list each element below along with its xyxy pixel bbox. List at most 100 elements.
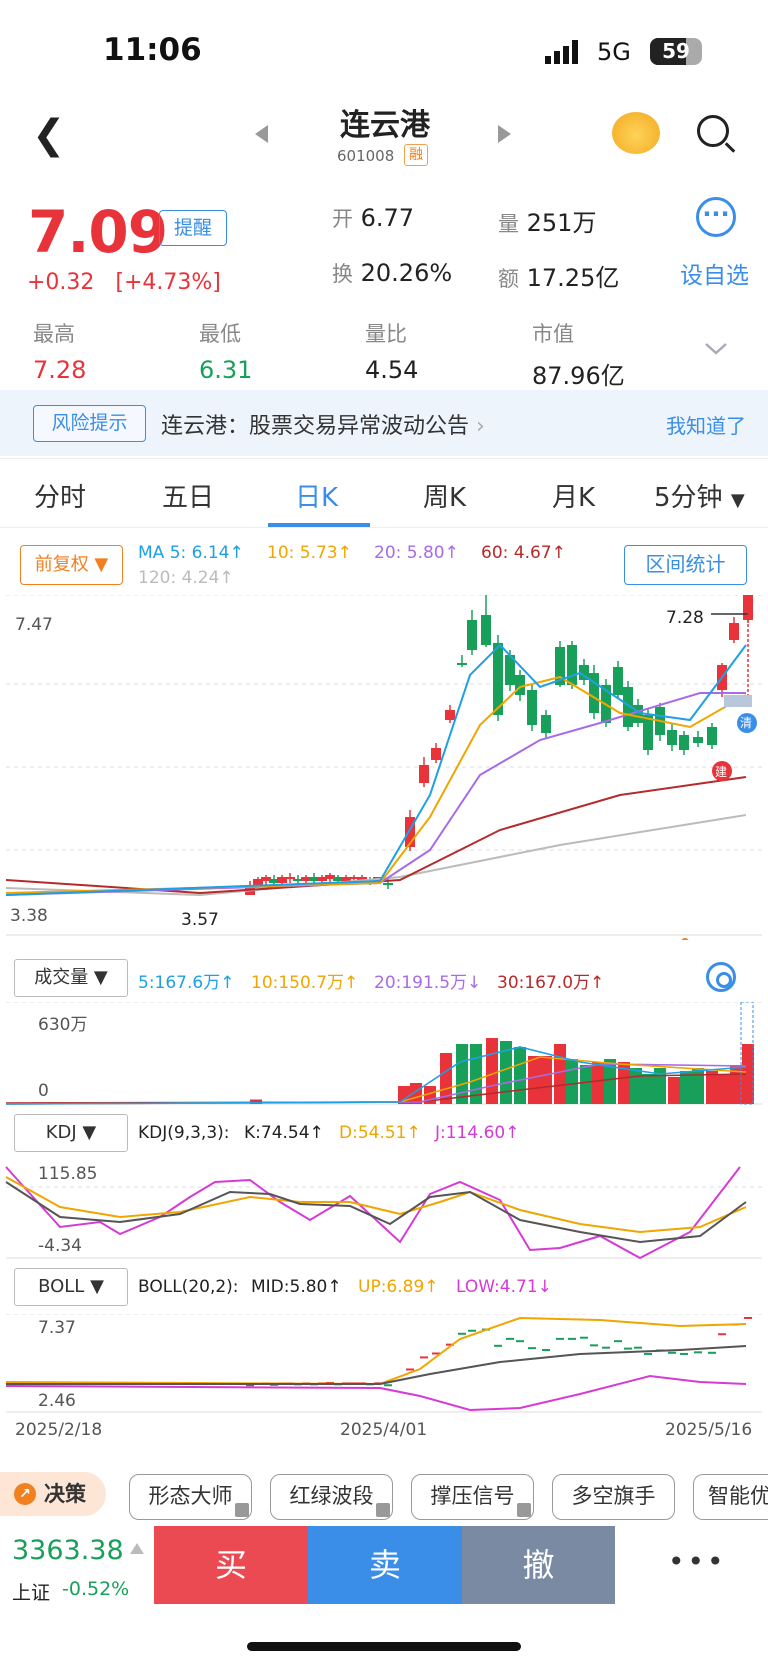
boll-candle [680,1352,688,1355]
vol-ymax: 630万 [38,1015,88,1035]
boll-ymin: 2.46 [38,1391,76,1411]
high-label: 最高 [33,322,75,346]
candle-body [383,883,393,885]
boll-candle [568,1337,576,1340]
candle-body [419,765,429,783]
kdj-ymin: -4.34 [38,1236,82,1256]
mascot-avatar[interactable] [612,112,660,154]
tab-fenshi[interactable]: 分时 [34,477,86,514]
volume-row: 量 251万 [498,209,597,237]
boll-candle [624,1347,632,1350]
adjust-dropdown[interactable]: 前复权 ▼ [20,545,123,585]
boll-up: UP:6.89↑ [358,1277,439,1297]
risk-warning-button[interactable]: 风险提示 [33,405,146,442]
low-label: 最低 [199,322,241,346]
stock-code: 601008 [337,147,395,165]
tool-long-short[interactable]: 多空旗手 [552,1474,675,1520]
high-value: 7.28 [33,356,87,384]
low-value: 6.31 [199,356,253,384]
candle-body [527,690,537,725]
lock-icon [235,1503,249,1517]
ma20-label: 20: 5.80↑ [374,543,459,563]
mcap-value: 87.96亿 [532,362,625,390]
period-tabs: 分时 五日 日K 周K 月K 5分钟 ▼ [0,458,768,528]
more-icon[interactable]: ··· [696,197,736,237]
tab-monthly-k[interactable]: 月K [552,477,595,514]
kdj-j: J:114.60↑ [435,1123,520,1143]
sell-button[interactable]: 卖 [308,1526,462,1604]
volume-bar [514,1047,526,1104]
search-icon[interactable] [697,115,729,147]
candle-body [445,710,455,720]
boll-low: LOW:4.71↓ [456,1277,552,1297]
margin-badge: 融 [404,144,428,166]
ratio-value: 4.54 [365,356,419,384]
vol30-label: 30:167.0万↑ [497,973,605,993]
decision-icon: ↗ [14,1483,36,1505]
tab-5min[interactable]: 5分钟 ▼ [654,477,745,514]
back-icon[interactable]: ❮ [32,115,66,155]
tool-smart[interactable]: 智能优 [693,1474,768,1520]
tool-pattern-master[interactable]: 形态大师 [129,1474,252,1520]
kdj-dropdown[interactable]: KDJ ▼ [14,1114,128,1152]
acknowledge-button[interactable]: 我知道了 [666,410,746,439]
volume-bar [668,1077,680,1104]
candle-body [679,735,689,750]
risk-notice-link[interactable]: 连云港：股票交易异常波动公告 › [161,408,485,440]
add-watchlist-button[interactable]: 设自选 [680,256,749,290]
candle-body [693,737,703,743]
volume-bar [456,1044,468,1104]
boll-params: BOLL(20,2): [138,1277,239,1297]
index-expand-icon[interactable] [130,1543,144,1554]
boll-chart[interactable] [0,1314,768,1414]
decision-button[interactable]: ↗ 决策 [0,1472,106,1516]
boll-candle [458,1332,466,1335]
next-stock-icon[interactable] [498,125,511,143]
boll-dropdown[interactable]: BOLL ▼ [14,1268,128,1306]
build-tag[interactable]: 建 [715,763,727,780]
candle-body [431,748,441,760]
home-indicator [247,1642,521,1651]
ma60-line [5,776,747,895]
more-actions-icon[interactable]: ••• [668,1545,727,1578]
volume-bar [630,1068,642,1104]
kline-chart[interactable] [0,595,768,940]
date-end: 2025/5/16 [665,1420,753,1440]
boll-candle [556,1337,564,1340]
index-value[interactable]: 3363.38 [12,1535,124,1566]
stock-name: 连云港 [340,108,430,143]
range-stats-button[interactable]: 区间统计 [624,545,747,585]
candle-body [567,645,577,685]
vol-ymin: 0 [38,1081,49,1101]
tab-five-day[interactable]: 五日 [162,477,214,514]
volume-bar [554,1044,566,1104]
cancel-order-button[interactable]: 撤 [462,1526,615,1604]
index-name: 上证 [12,1582,51,1604]
boll-candle [614,1340,622,1343]
kdj-d-line [5,1176,747,1234]
remind-button[interactable]: 提醒 [159,210,227,246]
tab-daily-k[interactable]: 日K [295,477,338,514]
boll-candle [694,1351,702,1354]
tab-weekly-k[interactable]: 周K [423,477,466,514]
volume-dropdown[interactable]: 成交量 ▼ [14,959,128,997]
expand-icon[interactable] [704,342,728,356]
volume-bar [540,1056,552,1104]
volume-bar [718,1074,730,1104]
tool-support-resistance[interactable]: 撑压信号 [411,1474,534,1520]
ma60-label: 60: 4.67↑ [481,543,566,563]
clear-tag[interactable]: 清 [740,714,752,731]
active-tab-indicator [268,523,370,527]
volume-bar [592,1062,604,1104]
kline-ymin: 3.38 [10,906,48,926]
vol10-label: 10:150.7万↑ [251,973,359,993]
volume-chart[interactable] [0,1002,768,1106]
open-row: 开 6.77 [332,204,415,232]
kdj-chart[interactable] [0,1162,768,1262]
boll-candle [590,1344,598,1347]
prev-stock-icon[interactable] [255,125,268,143]
tool-red-green-band[interactable]: 红绿波段 [270,1474,393,1520]
settings-gear-icon[interactable] [706,962,736,992]
ratio-label: 量比 [365,322,407,346]
buy-button[interactable]: 买 [154,1526,308,1604]
